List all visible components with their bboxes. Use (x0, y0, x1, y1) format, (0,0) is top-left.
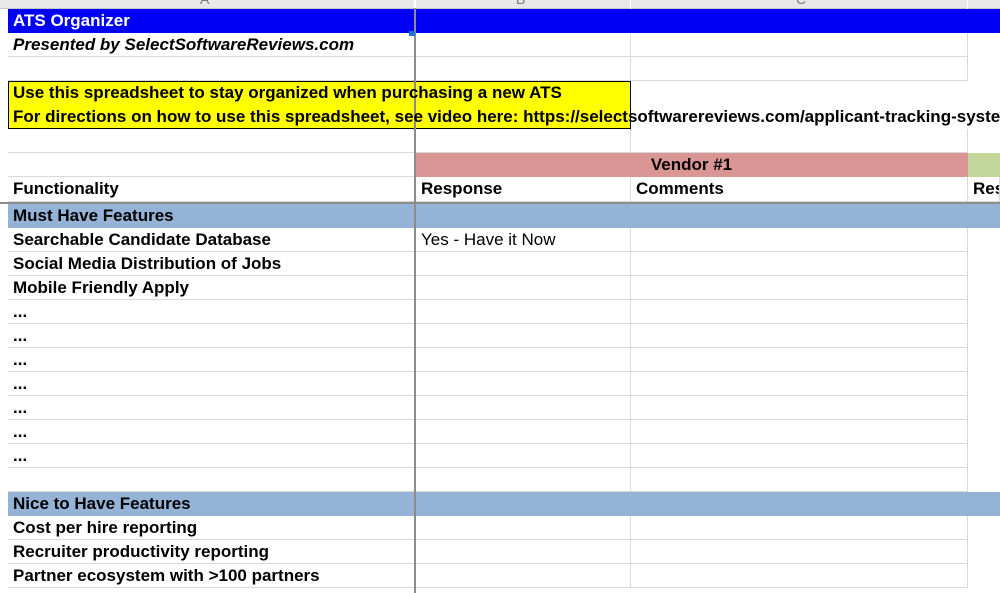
must_have-feature-cell[interactable]: ... (8, 444, 415, 468)
nice_to_have-response-cell[interactable] (416, 516, 631, 540)
next-response-header[interactable]: Res (968, 177, 1000, 202)
empty-cell[interactable] (631, 129, 968, 153)
selection-handle[interactable] (409, 31, 415, 36)
must_have-response-cell[interactable] (416, 300, 631, 324)
must_have-response-cell[interactable] (416, 324, 631, 348)
must_have-comments-cell[interactable] (631, 276, 968, 300)
must_have-response-cell[interactable] (416, 396, 631, 420)
section-fill[interactable] (416, 492, 1000, 516)
must_have-comments-cell[interactable] (631, 324, 968, 348)
must_have-response-cell[interactable] (416, 252, 631, 276)
must_have-response-cell[interactable] (416, 420, 631, 444)
must_have-feature-cell[interactable]: ... (8, 372, 415, 396)
nice_to_have-response-cell[interactable] (416, 564, 631, 588)
functionality-header[interactable]: Functionality (8, 177, 415, 202)
empty-cell[interactable] (416, 33, 631, 57)
column-letter: A (200, 0, 209, 7)
must_have-response-cell[interactable] (416, 276, 631, 300)
title-cell[interactable]: ATS Organizer (8, 9, 415, 33)
must_have-feature-cell[interactable]: ... (8, 348, 415, 372)
must-have-section[interactable]: Must Have Features (8, 204, 415, 228)
note-line-1[interactable]: Use this spreadsheet to stay organized w… (8, 81, 631, 105)
empty-cell[interactable] (416, 129, 631, 153)
must_have-comments-cell[interactable] (631, 420, 968, 444)
nice_to_have-response-cell[interactable] (416, 540, 631, 564)
title-fill-cell[interactable] (416, 9, 1000, 33)
subtitle-cell[interactable]: Presented by SelectSoftwareReviews.com (8, 33, 415, 57)
response-header[interactable]: Response (416, 177, 631, 202)
column-letter: C (796, 0, 806, 7)
must_have-feature-cell[interactable]: Mobile Friendly Apply (8, 276, 415, 300)
empty-cell[interactable] (631, 57, 968, 81)
must_have-response-cell[interactable] (416, 444, 631, 468)
column-header-d[interactable] (968, 0, 1000, 9)
must_have-feature-cell[interactable]: ... (8, 300, 415, 324)
must_have-feature-cell[interactable]: Social Media Distribution of Jobs (8, 252, 415, 276)
empty-cell[interactable] (631, 468, 968, 492)
must_have-comments-cell[interactable] (631, 228, 968, 252)
must_have-feature-cell[interactable]: ... (8, 396, 415, 420)
comments-header[interactable]: Comments (631, 177, 968, 202)
nice_to_have-feature-cell[interactable]: Cost per hire reporting (8, 516, 415, 540)
empty-cell[interactable] (8, 468, 415, 492)
empty-cell[interactable] (416, 57, 631, 81)
frozen-pane-horizontal (0, 202, 1000, 204)
vendor-header[interactable]: Vendor #1 (416, 153, 968, 177)
empty-cell[interactable] (631, 33, 968, 57)
must_have-feature-cell[interactable]: Searchable Candidate Database (8, 228, 415, 252)
must_have-comments-cell[interactable] (631, 444, 968, 468)
must_have-response-cell[interactable]: Yes - Have it Now (416, 228, 631, 252)
must_have-feature-cell[interactable]: ... (8, 420, 415, 444)
empty-cell[interactable] (8, 57, 415, 81)
nice_to_have-feature-cell[interactable]: Recruiter productivity reporting (8, 540, 415, 564)
section-fill[interactable] (416, 204, 1000, 228)
empty-cell[interactable] (416, 468, 631, 492)
must_have-comments-cell[interactable] (631, 396, 968, 420)
must_have-comments-cell[interactable] (631, 252, 968, 276)
nice_to_have-comments-cell[interactable] (631, 540, 968, 564)
nice-to-have-section[interactable]: Nice to Have Features (8, 492, 415, 516)
column-header-b[interactable]: B (416, 0, 630, 9)
nice_to_have-comments-cell[interactable] (631, 516, 968, 540)
must_have-comments-cell[interactable] (631, 348, 968, 372)
column-letter: B (516, 0, 525, 7)
must_have-feature-cell[interactable]: ... (8, 324, 415, 348)
next-vendor-header[interactable] (968, 153, 1000, 177)
empty-cell[interactable] (8, 153, 415, 177)
empty-cell[interactable] (8, 129, 415, 153)
must_have-response-cell[interactable] (416, 372, 631, 396)
must_have-comments-cell[interactable] (631, 372, 968, 396)
nice_to_have-comments-cell[interactable] (631, 564, 968, 588)
nice_to_have-feature-cell[interactable]: Partner ecosystem with >100 partners (8, 564, 415, 588)
column-header-a[interactable]: A (0, 0, 414, 9)
column-header-c[interactable]: C (631, 0, 967, 9)
must_have-response-cell[interactable] (416, 348, 631, 372)
must_have-comments-cell[interactable] (631, 300, 968, 324)
note-line-2[interactable]: For directions on how to use this spread… (8, 105, 1000, 129)
